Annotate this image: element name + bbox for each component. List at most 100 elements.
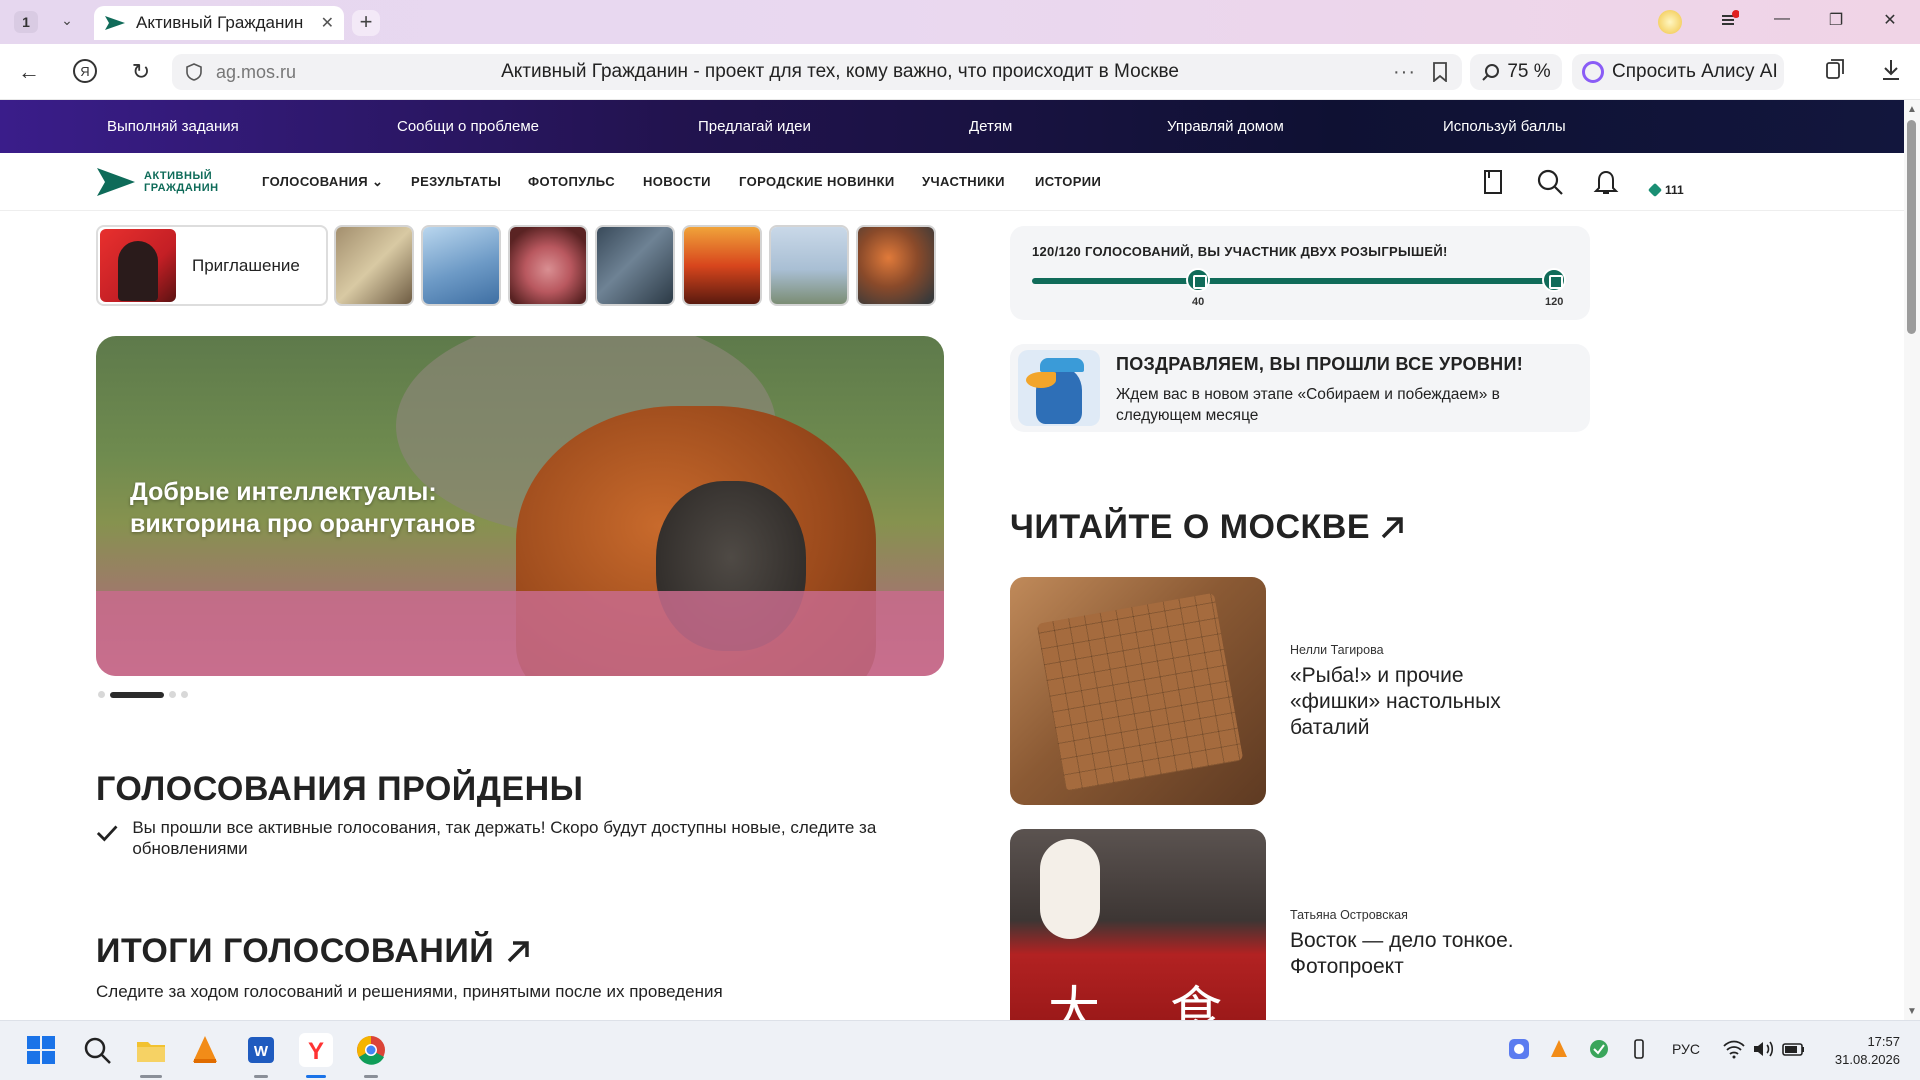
- carousel-dot[interactable]: [181, 691, 188, 698]
- language-indicator[interactable]: РУС: [1672, 1041, 1700, 1057]
- tray-green-icon[interactable]: [1588, 1038, 1610, 1060]
- bell-icon[interactable]: [1592, 168, 1620, 196]
- story-item[interactable]: [334, 225, 414, 306]
- results-title: ИТОГИ ГОЛОСОВАНИЙ: [96, 932, 495, 970]
- taskbar-indicator: [364, 1075, 378, 1078]
- points-icon: [1647, 182, 1663, 198]
- nav-city-novelties[interactable]: ГОРОДСКИЕ НОВИНКИ: [739, 174, 895, 189]
- yandex-icon[interactable]: Я: [70, 58, 100, 88]
- collections-icon[interactable]: [1820, 58, 1850, 88]
- logo-line1: АКТИВНЫЙ: [144, 170, 213, 182]
- nav-votes[interactable]: ГОЛОСОВАНИЯ ⌄: [262, 174, 383, 190]
- bookmark-icon[interactable]: [1432, 62, 1448, 82]
- clock-date: 31.08.2026: [1834, 1052, 1900, 1067]
- menu-icon[interactable]: [1716, 10, 1742, 34]
- arrow-up-right-icon: [507, 940, 529, 962]
- battery-icon[interactable]: [1782, 1039, 1806, 1059]
- word-icon[interactable]: W: [244, 1033, 278, 1067]
- votes-done-text: Вы прошли все активные голосования, так …: [132, 818, 877, 858]
- article-card[interactable]: Нелли Тагирова «Рыба!» и прочие «фишки» …: [1010, 577, 1590, 805]
- toucan-mascot-icon: [1018, 350, 1100, 426]
- results-heading[interactable]: ИТОГИ ГОЛОСОВАНИЙ: [96, 932, 532, 971]
- window-close-icon[interactable]: ✕: [1878, 10, 1902, 34]
- windows-start-icon[interactable]: [24, 1033, 58, 1067]
- strip-link-points[interactable]: Используй баллы: [1443, 118, 1566, 135]
- story-item[interactable]: [856, 225, 936, 306]
- back-icon[interactable]: ←: [14, 58, 44, 88]
- taskbar-indicator-active: [306, 1075, 326, 1078]
- article-title: Восток — дело тонкое. Фотопроект: [1290, 929, 1514, 978]
- scroll-down-icon[interactable]: ▼: [1906, 1006, 1918, 1017]
- strip-link-tasks[interactable]: Выполняй задания: [107, 118, 239, 135]
- more-icon[interactable]: ···: [1393, 61, 1416, 84]
- read-heading[interactable]: ЧИТАЙТЕ О МОСКВЕ: [1010, 508, 1406, 547]
- nav-participants[interactable]: УЧАСТНИКИ: [922, 174, 1005, 189]
- nav-photopulse[interactable]: ФОТОПУЛЬС: [528, 174, 615, 189]
- restore-icon[interactable]: ❐: [1824, 10, 1848, 34]
- article-card[interactable]: 大 食 Татьяна Островская Восток — дело тон…: [1010, 829, 1590, 1020]
- story-item[interactable]: [508, 225, 588, 306]
- carousel-dot[interactable]: [98, 691, 105, 698]
- volume-icon[interactable]: [1752, 1039, 1776, 1059]
- story-item[interactable]: [682, 225, 762, 306]
- usb-icon[interactable]: [1628, 1038, 1650, 1060]
- strip-link-home[interactable]: Управляй домом: [1167, 118, 1284, 135]
- ask-alice-button[interactable]: Спросить Алису AI: [1572, 54, 1784, 90]
- tab-counter[interactable]: 1: [14, 11, 38, 33]
- article-author: Татьяна Островская: [1290, 908, 1408, 922]
- tray-app-icon[interactable]: [1508, 1038, 1530, 1060]
- minimize-icon[interactable]: —: [1770, 10, 1794, 34]
- nav-news[interactable]: НОВОСТИ: [643, 174, 711, 189]
- clock-time: 17:57: [1867, 1034, 1900, 1049]
- svg-text:W: W: [254, 1043, 269, 1060]
- system-clock[interactable]: 17:57 31.08.2026: [1820, 1033, 1900, 1069]
- tab-title: Активный Гражданин: [136, 13, 304, 32]
- svg-text:Y: Y: [308, 1038, 324, 1065]
- bookmark-icon[interactable]: [1479, 168, 1507, 196]
- strip-link-kids[interactable]: Детям: [969, 118, 1012, 135]
- story-item[interactable]: [769, 225, 849, 306]
- nav-stories[interactable]: ИСТОРИИ: [1035, 174, 1101, 189]
- scroll-thumb[interactable]: [1907, 120, 1916, 334]
- article-image: 大 食: [1010, 829, 1266, 1020]
- page-title: Активный Гражданин - проект для тех, ком…: [501, 61, 1179, 82]
- wifi-icon[interactable]: [1722, 1039, 1746, 1059]
- close-icon[interactable]: ✕: [321, 13, 334, 33]
- site-nav: АКТИВНЫЙ ГРАЖДАНИН ГОЛОСОВАНИЯ ⌄ РЕЗУЛЬТ…: [0, 153, 1904, 211]
- chevron-down-icon[interactable]: ⌄: [56, 12, 78, 32]
- new-tab-button[interactable]: +: [352, 10, 380, 36]
- logo-icon: [97, 168, 135, 196]
- strip-link-problem[interactable]: Сообщи о проблеме: [397, 118, 539, 135]
- browser-tabbar: 1 ⌄ Активный Гражданин ✕ + — ❐ ✕: [0, 0, 1920, 44]
- yandex-browser-icon[interactable]: Y: [299, 1033, 333, 1067]
- carousel-dot-active[interactable]: [110, 691, 164, 698]
- carousel-dot[interactable]: [169, 691, 176, 698]
- search-icon[interactable]: [80, 1033, 114, 1067]
- scroll-up-icon[interactable]: ▲: [1906, 104, 1918, 115]
- vlc-icon[interactable]: [188, 1033, 222, 1067]
- logo-line2: ГРАЖДАНИН: [144, 182, 219, 194]
- story-item[interactable]: [595, 225, 675, 306]
- hero-banner[interactable]: Добрые интеллектуалы: викторина про оран…: [96, 336, 944, 676]
- chrome-icon[interactable]: [354, 1033, 388, 1067]
- reload-icon[interactable]: ↻: [126, 58, 156, 88]
- nav-results[interactable]: РЕЗУЛЬТАТЫ: [411, 174, 501, 189]
- gift-icon[interactable]: [1542, 268, 1566, 292]
- gift-icon[interactable]: [1186, 268, 1210, 292]
- story-item[interactable]: [421, 225, 501, 306]
- search-icon[interactable]: [1536, 168, 1564, 196]
- zoom-button[interactable]: 75 %: [1470, 54, 1562, 90]
- download-icon[interactable]: [1876, 58, 1906, 88]
- story-invitation[interactable]: Приглашение: [96, 225, 328, 306]
- story-label: Приглашение: [192, 255, 300, 275]
- file-explorer-icon[interactable]: [134, 1033, 168, 1067]
- browser-tab-active[interactable]: Активный Гражданин ✕: [94, 6, 344, 40]
- site-logo[interactable]: АКТИВНЫЙ ГРАЖДАНИН: [96, 167, 219, 197]
- tray-vlc-icon[interactable]: [1548, 1038, 1570, 1060]
- points-value: 111: [1665, 183, 1684, 197]
- alice-spark-icon[interactable]: [1658, 10, 1682, 34]
- strip-link-ideas[interactable]: Предлагай идеи: [698, 118, 811, 135]
- url-field[interactable]: ag.mos.ru Активный Гражданин - проект дл…: [172, 54, 1462, 90]
- points-balance[interactable]: 111: [1647, 182, 1684, 198]
- chevron-down-icon: ⌄: [372, 174, 384, 189]
